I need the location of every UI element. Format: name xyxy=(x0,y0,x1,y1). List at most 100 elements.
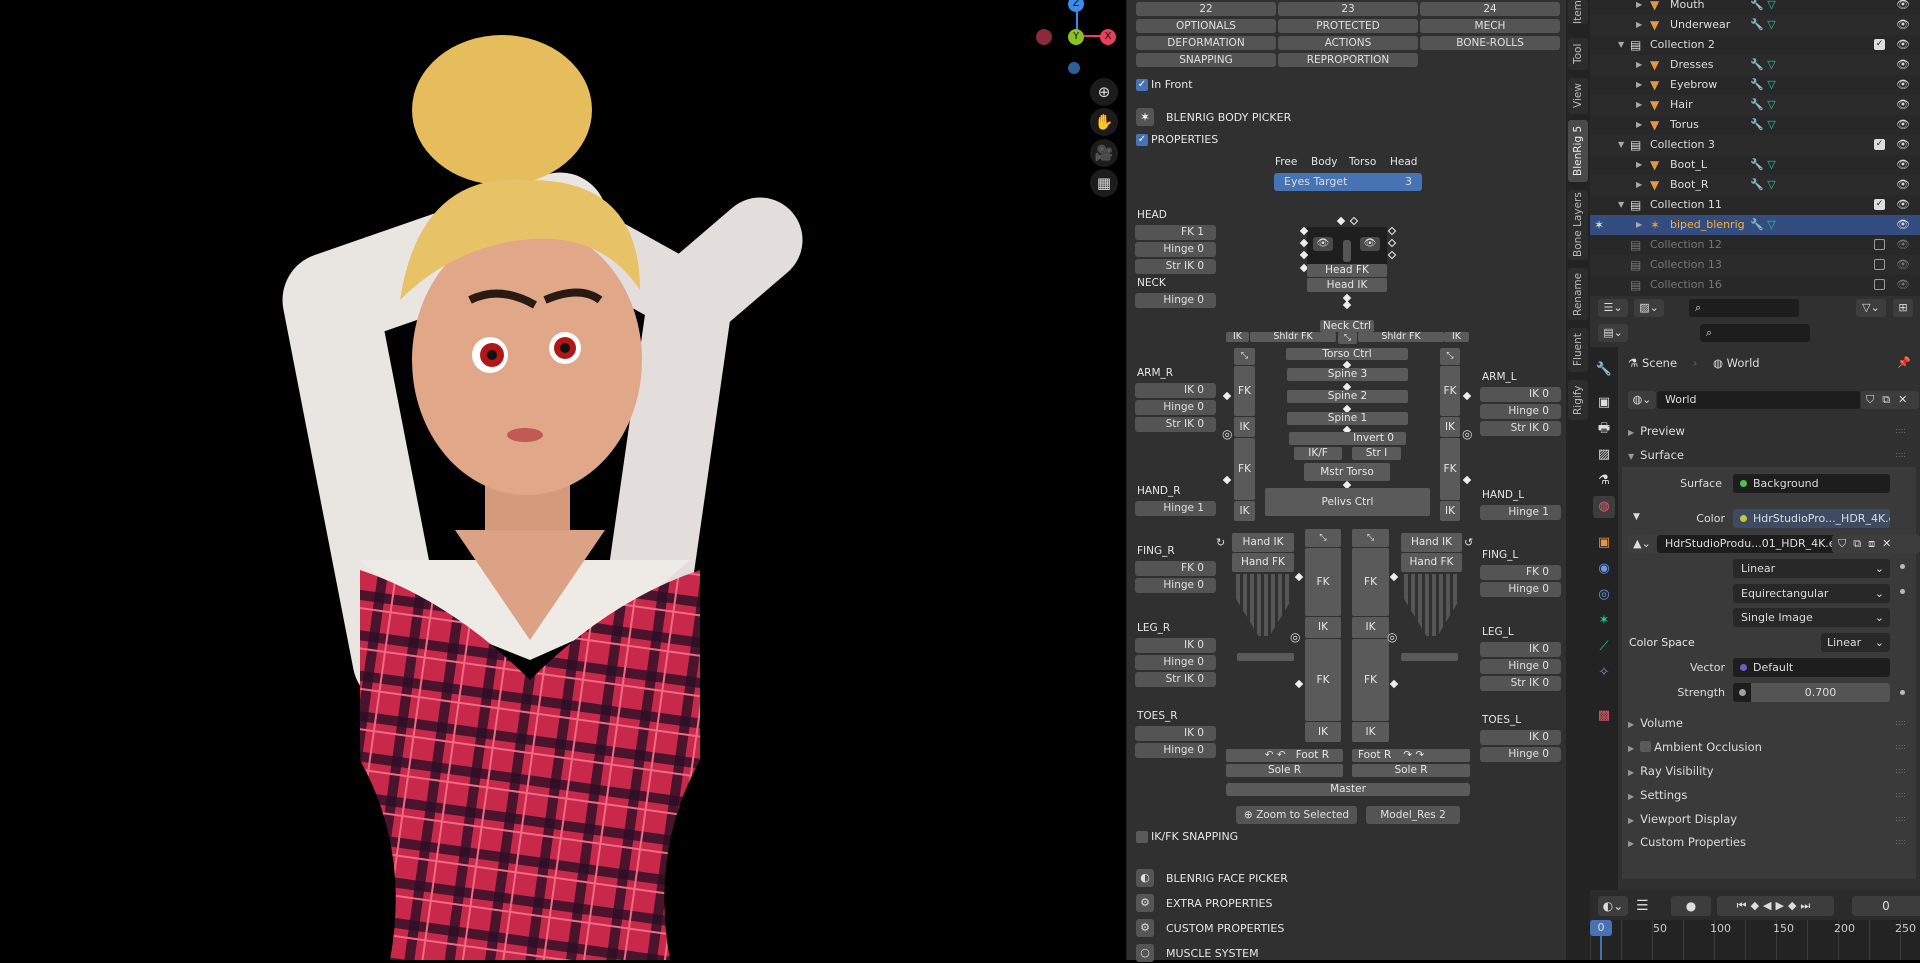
keyframe-dot[interactable] xyxy=(1900,589,1905,594)
section-preview[interactable]: ▶ Preview:::: xyxy=(1624,420,1916,442)
exclude-checkbox[interactable]: ✓ xyxy=(1874,199,1885,210)
head-fk-bone[interactable]: Head FK xyxy=(1307,264,1387,277)
filter-icon[interactable]: ▽⌄ xyxy=(1856,299,1886,317)
head-center-bone[interactable] xyxy=(1343,240,1351,262)
collapse-icon[interactable]: ▼ xyxy=(1618,195,1624,215)
leg-l-swap-icon[interactable]: ⤡ xyxy=(1352,529,1389,547)
hand-r-ik-bone[interactable]: Hand IK xyxy=(1232,533,1294,552)
modifier-icons[interactable]: 🔧 ▽ xyxy=(1750,215,1776,235)
arm-l-ik-button[interactable]: IK 0 xyxy=(1480,387,1561,402)
tab-blenrig-5[interactable]: BlenRig 5 xyxy=(1568,120,1588,182)
pelvis-ctrl-bone[interactable]: Pelivs Ctrl xyxy=(1265,488,1430,516)
eye-r-icon[interactable]: 👁 xyxy=(1313,237,1333,251)
object-tab-icon[interactable]: ▣ xyxy=(1593,532,1615,554)
outliner-item-name[interactable]: Torus xyxy=(1670,115,1699,135)
vector-input-field[interactable]: Default xyxy=(1733,658,1890,677)
expand-icon[interactable]: ▶ xyxy=(1636,175,1642,195)
toes-r-hinge-button[interactable]: Hinge 0 xyxy=(1135,743,1216,758)
hand-r-rotate-icon[interactable]: ↻ xyxy=(1216,536,1225,549)
torso-ikf-button[interactable]: IK/F xyxy=(1294,447,1342,460)
leg-r-ik-button[interactable]: IK 0 xyxy=(1135,638,1216,653)
toes-r-ik-button[interactable]: IK 0 xyxy=(1135,726,1216,741)
section-viewport-display[interactable]: ▶ Viewport Display:::: xyxy=(1624,808,1916,830)
arm-l-fore-fk-bone[interactable]: FK xyxy=(1440,438,1460,500)
hand-l-rotate-icon[interactable]: ↺ xyxy=(1464,536,1473,549)
interpolation-dropdown[interactable]: Linear ⌄ xyxy=(1733,559,1890,578)
head-ik-bone[interactable]: Head IK xyxy=(1307,278,1387,292)
eyes-mode-torso[interactable]: Torso xyxy=(1349,156,1376,168)
tab-tool[interactable]: Tool xyxy=(1568,38,1588,70)
strength-field[interactable]: 0.700 xyxy=(1733,683,1890,702)
expand-icon[interactable]: ▶ xyxy=(1636,115,1642,135)
menu-icon[interactable]: ☰ xyxy=(1636,898,1649,914)
zoom-to-selected-button[interactable]: ⊕ Zoom to Selected xyxy=(1236,806,1357,824)
layer-button-23[interactable]: 23 xyxy=(1278,2,1418,16)
exclude-checkbox[interactable]: ✓ xyxy=(1874,39,1885,50)
arm-r-swap-icon[interactable]: ⤡ xyxy=(1234,348,1255,365)
playback-controls[interactable]: ⏮◆◀▶◆⏭ xyxy=(1717,896,1834,916)
spine-2-bone[interactable]: Spine 2 xyxy=(1287,390,1408,403)
eye-icon[interactable]: 👁 xyxy=(1896,55,1910,75)
tool-tab-icon[interactable]: 🔧 xyxy=(1593,359,1615,381)
outliner-item-name[interactable]: Collection 2 xyxy=(1650,35,1715,55)
arm-l-swap-icon[interactable]: ⤡ xyxy=(1440,348,1460,365)
eye-icon[interactable]: 👁 xyxy=(1896,175,1910,195)
leg-l-shin-fk-bone[interactable]: FK xyxy=(1352,639,1389,721)
outliner-item-name[interactable]: Collection 11 xyxy=(1650,195,1722,215)
in-front-checkbox[interactable]: ✓ xyxy=(1136,79,1148,91)
texture-tab-icon[interactable]: ▩ xyxy=(1593,705,1615,727)
timeline-editor-icon[interactable]: ◐⌄ xyxy=(1598,896,1628,916)
eye-icon[interactable]: 👁 xyxy=(1896,35,1910,55)
leg-l-thigh-ik-bone[interactable]: IK xyxy=(1352,617,1389,638)
tab-rename[interactable]: Rename xyxy=(1568,268,1588,320)
modifier-icons[interactable]: 🔧 ▽ xyxy=(1750,115,1776,135)
leg-l-shin-ik-bone[interactable]: IK xyxy=(1352,722,1389,742)
outliner-row[interactable]: ▶ ▼ Underwear 🔧 ▽ 👁 xyxy=(1590,15,1920,35)
shoulder-swap-icon[interactable]: ⤡ xyxy=(1338,332,1357,344)
leg-r-shin-ik-bone[interactable]: IK xyxy=(1305,722,1341,742)
modifier-icons[interactable]: 🔧 ▽ xyxy=(1750,175,1776,195)
hand-r-hinge-button[interactable]: Hinge 1 xyxy=(1135,501,1216,516)
leg-r-swap-icon[interactable]: ⤡ xyxy=(1305,529,1341,547)
outliner-row[interactable]: ▤ Collection 16 👁 xyxy=(1590,275,1920,295)
outliner-row[interactable]: ▶ ▼ Dresses 🔧 ▽ 👁 xyxy=(1590,55,1920,75)
modifier-icons[interactable]: 🔧 ▽ xyxy=(1750,55,1776,75)
neck-hinge-button[interactable]: Hinge 0 xyxy=(1135,293,1216,308)
muscle-system-header[interactable]: MUSCLE SYSTEM xyxy=(1166,947,1259,960)
arm-l-str-ik-button[interactable]: Str IK 0 xyxy=(1480,421,1561,436)
arm-l-upper-fk-bone[interactable]: FK xyxy=(1440,366,1460,416)
leg-r-thigh-fk-bone[interactable]: FK xyxy=(1305,548,1341,616)
outliner-row[interactable]: ▤ Collection 12 👁 xyxy=(1590,235,1920,255)
hand-pan-icon[interactable]: ✋ xyxy=(1090,108,1118,136)
record-button[interactable]: ● xyxy=(1671,896,1711,916)
eye-icon[interactable]: 👁 xyxy=(1896,235,1910,255)
sole-l-bone[interactable]: Sole R xyxy=(1352,764,1470,777)
layer-button-reproportion[interactable]: REPROPORTION xyxy=(1278,53,1418,67)
leg-r-thigh-ik-bone[interactable]: IK xyxy=(1305,617,1341,638)
outliner-row[interactable]: ▶ ▼ Mouth 🔧 ▽ 👁 xyxy=(1590,0,1920,15)
eyes-mode-free[interactable]: Free xyxy=(1275,156,1297,168)
gizmo-neg-y-axis[interactable] xyxy=(1068,62,1080,74)
head-str-ik-button[interactable]: Str IK 0 xyxy=(1135,259,1216,274)
neck-ctrl-bone[interactable]: Neck Ctrl xyxy=(1320,320,1374,332)
zoom-in-icon[interactable]: ⊕ xyxy=(1090,78,1118,106)
timeline-track[interactable] xyxy=(1590,920,1920,960)
properties-search-input[interactable]: ⌕ xyxy=(1700,324,1810,342)
gizmo-y-axis[interactable]: Y xyxy=(1068,29,1084,45)
torso-ctrl-bone[interactable]: Torso Ctrl xyxy=(1286,348,1408,360)
section-surface[interactable]: ▼ Surface:::: xyxy=(1624,444,1916,466)
color-input-field[interactable]: HdrStudioPro..._HDR_4K.exr xyxy=(1733,509,1890,528)
layer-button-snapping[interactable]: SNAPPING xyxy=(1136,53,1276,67)
arm-r-hinge-button[interactable]: Hinge 0 xyxy=(1135,400,1216,415)
keyframe-dot[interactable] xyxy=(1900,564,1905,569)
outliner-search-input[interactable]: ⌕ xyxy=(1689,299,1799,317)
physics-tab-icon[interactable]: ◎ xyxy=(1593,584,1615,606)
current-frame-field[interactable]: 0 xyxy=(1852,896,1920,916)
ambient-occlusion-checkbox[interactable] xyxy=(1640,741,1652,752)
eye-icon[interactable]: 👁 xyxy=(1896,115,1910,135)
master-torso-bone[interactable]: Mstr Torso xyxy=(1304,463,1390,481)
armature-data-tab-icon[interactable]: ✶ xyxy=(1593,610,1615,632)
tab-bone-layers[interactable]: Bone Layers xyxy=(1568,190,1588,260)
outliner-item-name[interactable]: Hair xyxy=(1670,95,1693,115)
leg-r-hinge-button[interactable]: Hinge 0 xyxy=(1135,655,1216,670)
